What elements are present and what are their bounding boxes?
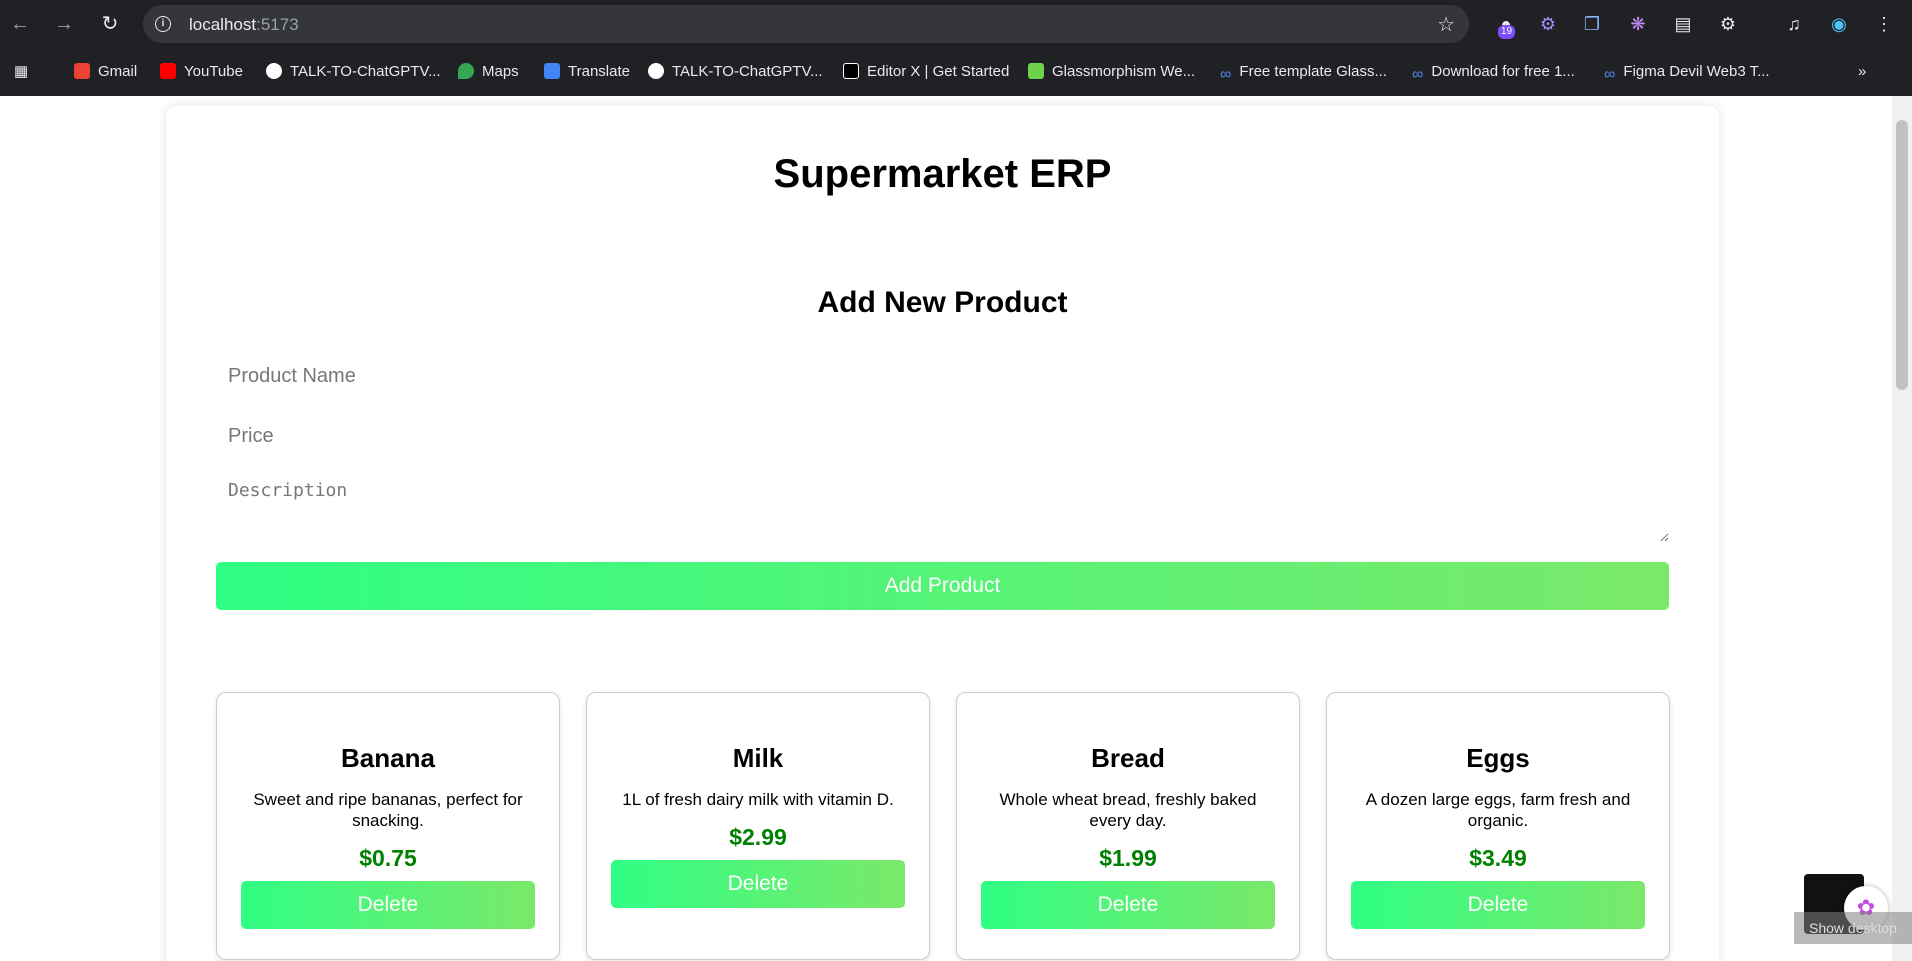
product-price: $3.49 [1469,845,1527,871]
editorx-icon [843,63,859,79]
delete-button[interactable]: Delete [1351,881,1645,929]
bookmark-translate[interactable]: Translate [544,61,630,83]
url-text[interactable]: localhost:5173 [189,15,299,35]
gear-extension-icon[interactable]: ⚙ [1536,12,1560,36]
chatgpt-extension-icon[interactable]: ❋ [1626,12,1650,36]
reload-icon[interactable]: ↻ [96,10,124,38]
translate-icon [544,63,560,79]
bookmark-download-free[interactable]: ∞ Download for free 1... [1412,61,1575,83]
site-info-icon[interactable]: i [155,16,171,32]
bookmark-glassmorphism[interactable]: Glassmorphism We... [1028,61,1195,83]
product-card: Banana Sweet and ripe bananas, perfect f… [216,692,560,960]
delete-button[interactable]: Delete [611,860,905,908]
menu-dots-icon[interactable]: ⋮ [1872,12,1896,36]
apps-grid-icon[interactable]: ▦ [14,61,28,83]
product-card: Bread Whole wheat bread, freshly baked e… [956,692,1300,960]
page-scrollbar[interactable] [1892,96,1912,961]
glassmorphism-icon [1028,63,1044,79]
product-price: $2.99 [729,824,787,850]
product-description: Sweet and ripe bananas, perfect for snac… [253,790,523,830]
gmail-icon [74,63,90,79]
bookmark-talk-to-chatgpt-2[interactable]: TALK-TO-ChatGPTV... [648,61,823,83]
bookmark-maps[interactable]: Maps [458,61,519,83]
product-name-input[interactable] [216,356,1669,396]
browser-toolbar: ← → ↻ i localhost:5173 ☆ ● 19 ⚙ ❐ ❋ ▤ ⚙ … [0,0,1912,48]
form-heading: Add New Product [817,286,1068,319]
product-description: Whole wheat bread, freshly baked every d… [999,790,1257,830]
description-textarea[interactable] [216,478,1669,542]
maps-icon [458,63,474,79]
forward-icon[interactable]: → [50,10,78,38]
github-icon [648,63,664,79]
back-icon[interactable]: ← [6,10,34,38]
product-description: A dozen large eggs, farm fresh and organ… [1365,790,1631,830]
product-name: Bread [1091,743,1165,773]
product-description: 1L of fresh dairy milk with vitamin D. [622,790,894,809]
infinity-icon: ∞ [1220,66,1232,83]
github-icon [266,63,282,79]
add-product-button[interactable]: Add Product [216,562,1669,610]
infinity-icon: ∞ [1604,66,1616,83]
bookmark-star-icon[interactable]: ☆ [1437,12,1455,37]
bookmark-gmail[interactable]: Gmail [74,61,137,83]
puzzle-extensions-icon[interactable]: ⚙ [1716,12,1740,36]
bookmark-editor-x[interactable]: Editor X | Get Started [843,61,1009,83]
extension-badge: 19 [1498,25,1516,39]
more-bookmarks-icon[interactable]: » [1858,61,1866,83]
product-name: Milk [732,743,784,773]
product-name: Eggs [1466,743,1530,773]
product-price: $0.75 [359,845,417,871]
copy-extension-icon[interactable]: ❐ [1580,12,1604,36]
page-title: Supermarket ERP [773,152,1112,196]
profile-avatar-icon[interactable]: ◉ [1827,12,1851,36]
infinity-icon: ∞ [1412,66,1424,83]
product-card: Eggs A dozen large eggs, farm fresh and … [1326,692,1670,960]
erp-container: Supermarket ERP Add New Product Add Prod… [166,106,1719,961]
product-price: $1.99 [1099,845,1157,871]
product-name: Banana [341,743,435,773]
bookmark-youtube[interactable]: YouTube [160,61,243,83]
address-bar[interactable]: i localhost:5173 ☆ [143,5,1469,43]
bookmark-talk-to-chatgpt-1[interactable]: TALK-TO-ChatGPTV... [266,61,441,83]
bookmarks-bar: ▦ Gmail YouTube TALK-TO-ChatGPTV... Maps… [0,48,1912,96]
bookmark-figma-devil[interactable]: ∞ Figma Devil Web3 T... [1604,61,1770,83]
delete-button[interactable]: Delete [241,881,535,929]
youtube-icon [160,63,176,79]
bookmark-free-template[interactable]: ∞ Free template Glass... [1220,61,1387,83]
scrollbar-thumb[interactable] [1896,120,1908,390]
show-desktop-tooltip: Show desktop [1794,912,1912,944]
product-card: Milk 1L of fresh dairy milk with vitamin… [586,692,930,960]
delete-button[interactable]: Delete [981,881,1275,929]
page-viewport: Supermarket ERP Add New Product Add Prod… [0,96,1892,961]
price-input[interactable] [216,416,1669,456]
screen-extension-icon[interactable]: ▤ [1671,12,1695,36]
media-control-icon[interactable]: ♫ [1782,12,1806,36]
